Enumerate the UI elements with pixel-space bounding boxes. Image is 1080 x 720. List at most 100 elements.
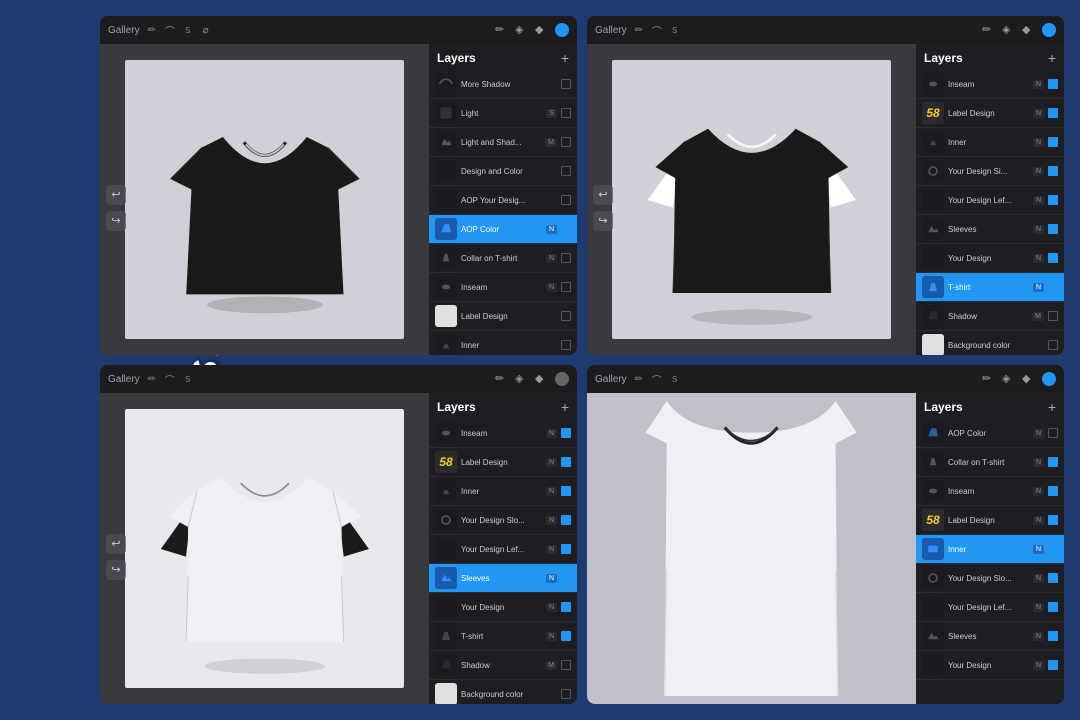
layer-checkbox[interactable] [1048,573,1058,583]
layer-item[interactable]: 58 Label Design N [916,506,1064,535]
layer-item[interactable]: Your Design N [429,593,577,622]
layer-checkbox[interactable] [561,108,571,118]
layer-item-active[interactable]: AOP Color N [429,215,577,244]
layer-checkbox[interactable] [561,224,571,234]
layer-checkbox[interactable] [1048,282,1058,292]
layers-list-tr[interactable]: Inseam N 58 Label Design N [916,70,1064,355]
layers-list-tl[interactable]: More Shadow Light S [429,70,577,355]
layer-checkbox[interactable] [561,457,571,467]
layer-checkbox[interactable] [1048,79,1058,89]
layer-checkbox[interactable] [561,428,571,438]
canvas-bl[interactable]: ↩ ↪ [100,393,429,704]
undo-btn-tr[interactable]: ↩ [593,185,613,205]
layer-item[interactable]: Background color [429,680,577,704]
layer-checkbox[interactable] [561,282,571,292]
layer-item-active[interactable]: Sleeves N [429,564,577,593]
layers-add-bl[interactable]: + [561,399,569,415]
layers-add-tr[interactable]: + [1048,50,1056,66]
undo-btn-tl[interactable]: ↩ [106,185,126,205]
redo-btn-tr[interactable]: ↪ [593,211,613,231]
layer-checkbox[interactable] [1048,486,1058,496]
layer-item[interactable]: Design and Color [429,157,577,186]
layer-item[interactable]: Inner [429,331,577,355]
layer-item[interactable]: Inner N [916,128,1064,157]
layer-checkbox[interactable] [561,253,571,263]
layer-item[interactable]: Your Design Slo... N [429,506,577,535]
layer-checkbox[interactable] [1048,428,1058,438]
layer-item-active[interactable]: Inner N [916,535,1064,564]
layer-checkbox[interactable] [1048,340,1058,350]
layer-checkbox[interactable] [561,660,571,670]
canvas-tl[interactable]: ↩ ↪ [100,44,429,355]
layer-item[interactable]: Inseam N [429,273,577,302]
layer-checkbox[interactable] [1048,660,1058,670]
layer-checkbox[interactable] [1048,544,1058,554]
layer-item[interactable]: Sleeves N [916,622,1064,651]
layers-list-bl[interactable]: Inseam N 58 Label Design N [429,419,577,704]
layer-item[interactable]: Shadow M [429,651,577,680]
layers-list-br[interactable]: AOP Color N Collar on T-shirt N [916,419,1064,704]
gallery-label-bl[interactable]: Gallery [108,374,140,385]
layer-checkbox[interactable] [561,486,571,496]
layer-item[interactable]: 58 Label Design N [429,448,577,477]
layer-item[interactable]: Your Design Lef... N [916,593,1064,622]
layer-checkbox[interactable] [561,689,571,699]
layer-checkbox[interactable] [1048,253,1058,263]
layer-checkbox[interactable] [1048,195,1058,205]
layer-item[interactable]: More Shadow [429,70,577,99]
layer-item[interactable]: Collar on T-shirt N [429,244,577,273]
gallery-label-br[interactable]: Gallery [595,374,627,385]
layer-checkbox[interactable] [1048,108,1058,118]
layer-item[interactable]: Background color [916,331,1064,355]
layer-item[interactable]: AOP Color N [916,419,1064,448]
layer-item[interactable]: Your Design Slo... N [916,564,1064,593]
layer-checkbox[interactable] [1048,137,1058,147]
layer-checkbox[interactable] [561,311,571,321]
layer-checkbox[interactable] [561,573,571,583]
layer-checkbox[interactable] [1048,311,1058,321]
layers-add-br[interactable]: + [1048,399,1056,415]
layer-item[interactable]: Your Design Si... N [916,157,1064,186]
canvas-tr[interactable]: ↩ ↪ [587,44,916,355]
redo-btn-tl[interactable]: ↪ [106,211,126,231]
layer-checkbox[interactable] [561,79,571,89]
layer-item[interactable]: Your Design N [916,244,1064,273]
layer-checkbox[interactable] [561,195,571,205]
layer-item[interactable]: Inner N [429,477,577,506]
undo-btn-bl[interactable]: ↩ [106,534,126,554]
layer-checkbox[interactable] [1048,602,1058,612]
layer-checkbox[interactable] [561,631,571,641]
layer-item[interactable]: AOP Your Desig... [429,186,577,215]
layer-checkbox[interactable] [561,515,571,525]
layer-item[interactable]: T-shirt N [429,622,577,651]
layer-item[interactable]: Your Design Lef... N [429,535,577,564]
layer-item[interactable]: Inseam N [916,477,1064,506]
redo-btn-bl[interactable]: ↪ [106,560,126,580]
layer-checkbox[interactable] [561,544,571,554]
layer-item[interactable]: Shadow M [916,302,1064,331]
layer-item[interactable]: Inseam N [916,70,1064,99]
layer-item-active[interactable]: T-shirt N [916,273,1064,302]
layer-checkbox[interactable] [561,137,571,147]
layer-checkbox[interactable] [1048,166,1058,176]
layer-checkbox[interactable] [1048,224,1058,234]
layer-item[interactable]: Light S [429,99,577,128]
layer-item[interactable]: Label Design [429,302,577,331]
layer-checkbox[interactable] [1048,515,1058,525]
gallery-label-tl[interactable]: Gallery [108,25,140,36]
layers-add-tl[interactable]: + [561,50,569,66]
layer-item[interactable]: Collar on T-shirt N [916,448,1064,477]
layer-checkbox[interactable] [561,602,571,612]
layer-item[interactable]: Sleeves N [916,215,1064,244]
gallery-label-tr[interactable]: Gallery [595,25,627,36]
canvas-br[interactable] [587,393,916,704]
layer-checkbox[interactable] [1048,631,1058,641]
layer-checkbox[interactable] [561,340,571,350]
layer-item[interactable]: Your Design Lef... N [916,186,1064,215]
layer-checkbox[interactable] [1048,457,1058,467]
layer-item[interactable]: Inseam N [429,419,577,448]
layer-item[interactable]: Light and Shad... M [429,128,577,157]
layer-item[interactable]: Your Design N [916,651,1064,680]
layer-checkbox[interactable] [561,166,571,176]
layer-item[interactable]: 58 Label Design N [916,99,1064,128]
